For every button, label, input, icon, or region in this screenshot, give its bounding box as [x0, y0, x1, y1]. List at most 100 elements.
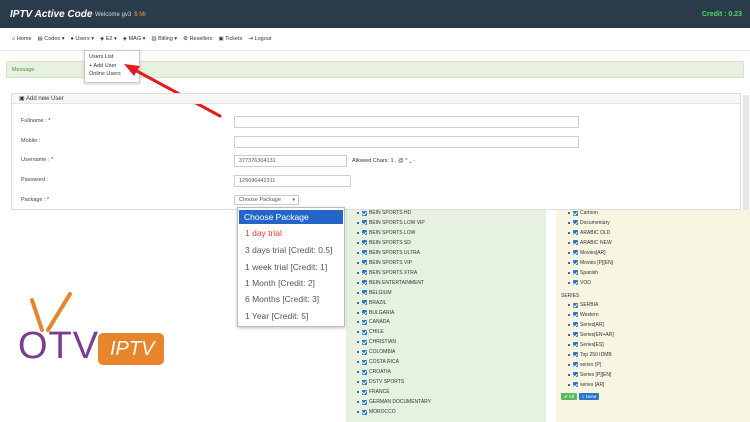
- channel-item[interactable]: series (P): [568, 362, 601, 368]
- channel-item[interactable]: ARABIC OLD: [568, 230, 610, 236]
- checkbox-checked-icon[interactable]: [573, 302, 578, 308]
- channel-item[interactable]: Western: [568, 312, 599, 318]
- checkbox-checked-icon[interactable]: [573, 220, 578, 226]
- channel-item[interactable]: BEIN SPORTS LOW VIP: [357, 220, 425, 226]
- checkbox-checked-icon[interactable]: [362, 210, 367, 216]
- package-option[interactable]: 1 week trial [Credit: 1]: [245, 262, 327, 272]
- checkbox-checked-icon[interactable]: [362, 409, 367, 415]
- channel-item[interactable]: BEIN SPORTS SD: [357, 240, 411, 246]
- checkbox-checked-icon[interactable]: [573, 382, 578, 388]
- checkbox-checked-icon[interactable]: [573, 240, 578, 246]
- select-all-button[interactable]: ✔ All: [561, 393, 577, 400]
- channel-item[interactable]: Series[ES]: [568, 342, 604, 348]
- checkbox-checked-icon[interactable]: [362, 240, 367, 246]
- app-title[interactable]: IPTV Active Code: [10, 9, 92, 20]
- package-option[interactable]: 6 Months [Credit: 3]: [245, 294, 319, 304]
- channel-item[interactable]: CHRISTIAN: [357, 339, 396, 345]
- checkbox-checked-icon[interactable]: [362, 220, 367, 226]
- channel-item[interactable]: DSTV SPORTS: [357, 379, 404, 385]
- channel-item[interactable]: BELGIUM: [357, 290, 392, 296]
- checkbox-checked-icon[interactable]: [362, 379, 367, 385]
- channel-item[interactable]: FRANCE: [357, 389, 390, 395]
- channel-item[interactable]: Movies[AR]: [568, 250, 606, 256]
- channel-item[interactable]: VOD: [568, 280, 591, 286]
- channel-item[interactable]: BEIN SPORTS VIP: [357, 260, 412, 266]
- checkbox-checked-icon[interactable]: [362, 399, 367, 405]
- package-option[interactable]: 3 days trial [Credit: 0.5]: [245, 245, 332, 255]
- checkbox-checked-icon[interactable]: [573, 342, 578, 348]
- channel-item[interactable]: Series [P][EN]: [568, 372, 611, 378]
- channel-item[interactable]: ARABIC NEW: [568, 240, 612, 246]
- checkbox-checked-icon[interactable]: [362, 300, 367, 306]
- package-option[interactable]: Choose Package: [239, 210, 343, 224]
- channel-item[interactable]: Spanish: [568, 270, 598, 276]
- checkbox-checked-icon[interactable]: [573, 362, 578, 368]
- select-none-button[interactable]: ○ None: [579, 393, 599, 400]
- password-field[interactable]: 129696442311: [234, 175, 351, 187]
- scrollbar[interactable]: [743, 95, 749, 211]
- checkbox-checked-icon[interactable]: [362, 339, 367, 345]
- mobile-field[interactable]: [234, 136, 579, 148]
- channel-item[interactable]: Top 250 IDMB: [568, 352, 612, 358]
- checkbox-checked-icon[interactable]: [362, 359, 367, 365]
- channel-item[interactable]: CANADA: [357, 319, 390, 325]
- checkbox-checked-icon[interactable]: [573, 312, 578, 318]
- channel-item[interactable]: MOROCCO: [357, 409, 396, 415]
- channel-item[interactable]: BULGARIA: [357, 310, 394, 316]
- checkbox-checked-icon[interactable]: [362, 329, 367, 335]
- checkbox-checked-icon[interactable]: [362, 280, 367, 286]
- checkbox-checked-icon[interactable]: [362, 389, 367, 395]
- package-option[interactable]: 1 Month [Credit: 2]: [245, 278, 315, 288]
- channel-item[interactable]: BEIN SPORTS LOW: [357, 230, 415, 236]
- channel-item[interactable]: GERMAN DOCUMENTARY: [357, 399, 431, 405]
- channel-item[interactable]: COSTA RICA: [357, 359, 399, 365]
- checkbox-checked-icon[interactable]: [362, 260, 367, 266]
- checkbox-checked-icon[interactable]: [573, 322, 578, 328]
- nav-item-home[interactable]: ⌂ Home: [12, 36, 32, 42]
- checkbox-checked-icon[interactable]: [573, 210, 578, 216]
- package-option[interactable]: 1 day trial: [245, 228, 282, 238]
- channel-item[interactable]: BEIN SPORTS XTRA: [357, 270, 417, 276]
- checkbox-checked-icon[interactable]: [573, 280, 578, 286]
- package-select[interactable]: Choose Package ▾: [234, 195, 299, 205]
- nav-item-e2[interactable]: ◈ E2 ▾: [100, 36, 117, 42]
- nav-item-tickets[interactable]: ▣ Tickets: [219, 36, 243, 42]
- channel-item[interactable]: Documentary: [568, 220, 610, 226]
- checkbox-checked-icon[interactable]: [573, 230, 578, 236]
- fullname-field[interactable]: [234, 116, 579, 128]
- channel-item[interactable]: COLOMBIA: [357, 349, 395, 355]
- channel-item[interactable]: Series[AR]: [568, 322, 604, 328]
- checkbox-checked-icon[interactable]: [573, 352, 578, 358]
- channel-item[interactable]: Cartoon: [568, 210, 598, 216]
- nav-item-codes[interactable]: ▤ Codes ▾: [38, 36, 65, 42]
- checkbox-checked-icon[interactable]: [573, 270, 578, 276]
- checkbox-checked-icon[interactable]: [362, 270, 367, 276]
- channel-item[interactable]: BEIN ENTERTAINMENT: [357, 280, 424, 286]
- checkbox-checked-icon[interactable]: [362, 250, 367, 256]
- checkbox-checked-icon[interactable]: [362, 230, 367, 236]
- checkbox-checked-icon[interactable]: [362, 310, 367, 315]
- nav-item-mag[interactable]: ◈ MAG ▾: [123, 36, 146, 42]
- channel-item[interactable]: BEIN SPORTS ULTRA: [357, 250, 420, 256]
- checkbox-checked-icon[interactable]: [362, 290, 367, 296]
- channel-item[interactable]: Movies [P][EN]: [568, 260, 613, 266]
- checkbox-checked-icon[interactable]: [573, 250, 578, 256]
- nav-item-resellers[interactable]: ⚙ Resellers: [183, 36, 212, 42]
- channel-item[interactable]: SERBIA: [568, 302, 598, 308]
- channel-item[interactable]: BEIN SPORTS HD: [357, 210, 411, 216]
- nav-item-users[interactable]: ● Users ▾: [70, 36, 94, 42]
- channel-item[interactable]: Series[EN+AR]: [568, 332, 614, 338]
- channel-item[interactable]: CHILE: [357, 329, 384, 335]
- nav-item-logout[interactable]: ⇥ Logout: [248, 36, 271, 42]
- channel-item[interactable]: BRAZIL: [357, 300, 387, 306]
- checkbox-checked-icon[interactable]: [573, 372, 578, 378]
- username-field[interactable]: 377376304131: [234, 155, 347, 167]
- checkbox-checked-icon[interactable]: [362, 319, 367, 325]
- package-option[interactable]: 1 Year [Credit: 5]: [245, 311, 308, 321]
- checkbox-checked-icon[interactable]: [573, 260, 578, 266]
- checkbox-checked-icon[interactable]: [362, 369, 367, 375]
- channel-item[interactable]: series [AR]: [568, 382, 604, 388]
- checkbox-checked-icon[interactable]: [362, 349, 367, 355]
- nav-item-billing[interactable]: ▥ Billing ▾: [151, 36, 177, 42]
- channel-item[interactable]: CROATIA: [357, 369, 391, 375]
